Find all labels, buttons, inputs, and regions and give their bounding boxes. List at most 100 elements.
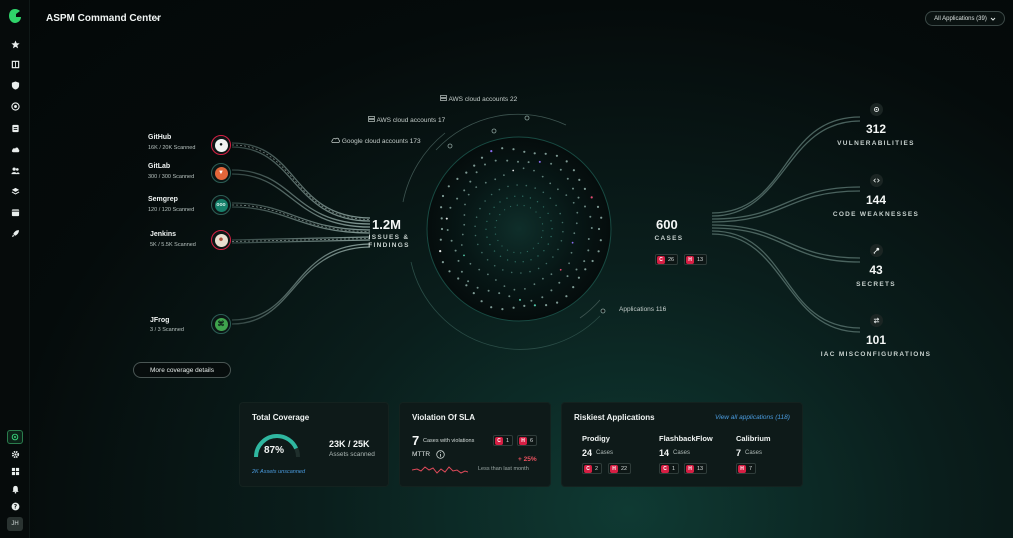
case-dot bbox=[533, 304, 537, 307]
gitlab-icon[interactable]: ▼ bbox=[211, 163, 231, 183]
case-dot bbox=[463, 254, 465, 257]
case-dot bbox=[512, 306, 515, 309]
source-name-jfrog[interactable]: JFrog bbox=[150, 317, 169, 324]
case-dot bbox=[480, 300, 483, 303]
case-dot bbox=[565, 194, 568, 197]
case-dot bbox=[460, 244, 463, 246]
source-name-github[interactable]: GitHub bbox=[148, 134, 171, 141]
case-dot bbox=[493, 264, 496, 267]
total-coverage-card[interactable]: Total Coverage 87% 23K / 25K Assets scan… bbox=[239, 402, 389, 487]
assets-unscanned-link[interactable]: 2K Assets unscanned bbox=[252, 469, 305, 475]
cases-value[interactable]: 600 bbox=[656, 217, 678, 232]
critical-count: 2 bbox=[595, 465, 599, 472]
source-name-gitlab[interactable]: GitLab bbox=[148, 163, 170, 170]
category-pipes bbox=[711, 116, 861, 333]
case-dot bbox=[493, 250, 496, 252]
risky-app-cases-label: Cases bbox=[673, 450, 691, 456]
case-dot bbox=[456, 197, 459, 200]
case-dot bbox=[475, 216, 478, 218]
vulnerabilities-label: VULNERABILITIES bbox=[837, 140, 915, 147]
github-icon[interactable]: ● bbox=[211, 135, 231, 155]
high-severity-icon: H bbox=[610, 464, 618, 473]
risky-app-name[interactable]: Calibrium bbox=[736, 434, 771, 443]
cloud-count: 22 bbox=[510, 96, 518, 103]
case-dot bbox=[545, 304, 548, 307]
case-dot bbox=[549, 197, 552, 199]
case-dot bbox=[506, 259, 509, 261]
applications-count[interactable]: Applications 116 bbox=[619, 306, 666, 313]
case-dot bbox=[529, 207, 532, 209]
view-all-applications-link[interactable]: View all applications (118) bbox=[715, 414, 790, 421]
case-dot bbox=[525, 184, 528, 187]
coverage-percent: 87% bbox=[264, 445, 285, 456]
case-dot bbox=[550, 162, 553, 165]
case-dot bbox=[545, 262, 548, 265]
case-dot bbox=[479, 207, 481, 210]
violation-sla-card[interactable]: Violation Of SLA 7 Cases with violations… bbox=[399, 402, 551, 487]
cloud-accounts-aws-2[interactable]: AWS cloud accounts 17 bbox=[368, 116, 445, 124]
case-dot bbox=[523, 304, 526, 307]
case-dot bbox=[472, 292, 475, 295]
applications-label: Applications bbox=[619, 306, 655, 313]
case-dot bbox=[590, 196, 593, 199]
case-dot bbox=[461, 233, 464, 236]
case-dot bbox=[510, 205, 512, 208]
case-dot bbox=[534, 187, 536, 189]
case-dot bbox=[541, 223, 544, 225]
cloud-label: AWS cloud accounts bbox=[376, 117, 437, 124]
case-dot bbox=[550, 273, 553, 276]
case-dot bbox=[596, 205, 600, 208]
case-dot bbox=[520, 252, 522, 254]
cloud-label: Google cloud accounts bbox=[341, 138, 408, 145]
case-dot bbox=[542, 277, 544, 280]
case-dot bbox=[467, 193, 470, 196]
jfrog-icon[interactable]: ⌘ bbox=[211, 314, 231, 334]
semgrep-icon[interactable]: ooo bbox=[211, 195, 231, 215]
iac-misconfigurations-value[interactable]: 101 bbox=[816, 333, 936, 347]
case-dot bbox=[495, 279, 497, 281]
case-dot bbox=[494, 226, 496, 228]
cloud-accounts-google[interactable]: Google cloud accounts 173 bbox=[331, 137, 421, 145]
info-icon[interactable] bbox=[436, 450, 445, 459]
critical-count: 26 bbox=[668, 256, 675, 263]
case-dot bbox=[457, 277, 460, 280]
high-count: 6 bbox=[530, 437, 534, 444]
risky-app-name[interactable]: Prodigy bbox=[582, 434, 610, 443]
case-dot bbox=[577, 276, 581, 279]
risky-app-name[interactable]: FlashbackFlow bbox=[659, 434, 713, 443]
risky-app-cases-label: Cases bbox=[596, 450, 614, 456]
riskiest-applications-card[interactable]: Riskiest Applications View all applicati… bbox=[561, 402, 803, 487]
issues-value[interactable]: 1.2M bbox=[372, 217, 401, 232]
high-badge: H 13 bbox=[684, 463, 708, 474]
case-dot bbox=[501, 245, 503, 247]
case-dot bbox=[476, 286, 479, 289]
case-dot bbox=[523, 205, 525, 207]
case-dot bbox=[494, 233, 497, 235]
case-dot bbox=[473, 164, 476, 167]
source-name-semgrep[interactable]: Semgrep bbox=[148, 196, 178, 203]
case-dot bbox=[514, 261, 516, 263]
code-weaknesses-label: CODE WEAKNESSES bbox=[832, 211, 920, 218]
case-dot bbox=[457, 259, 460, 262]
case-dot bbox=[573, 232, 576, 235]
vulnerabilities-value[interactable]: 312 bbox=[816, 122, 936, 136]
case-dot bbox=[565, 295, 568, 298]
jenkins-icon[interactable]: ☻ bbox=[211, 230, 231, 250]
high-badge: H 6 bbox=[517, 435, 538, 446]
case-dot bbox=[537, 242, 539, 244]
case-dot bbox=[514, 195, 516, 197]
case-dot bbox=[542, 206, 545, 208]
case-dot bbox=[477, 243, 479, 246]
case-dot bbox=[480, 156, 484, 159]
source-name-jenkins[interactable]: Jenkins bbox=[150, 231, 176, 238]
case-dot bbox=[463, 214, 466, 216]
more-coverage-details-button[interactable]: More coverage details bbox=[133, 362, 231, 378]
secrets-value[interactable]: 43 bbox=[816, 263, 936, 277]
case-dot bbox=[498, 292, 501, 295]
case-dot bbox=[512, 148, 515, 151]
cloud-accounts-aws-1[interactable]: AWS cloud accounts 22 bbox=[440, 95, 517, 103]
case-dot bbox=[506, 159, 509, 162]
case-dot bbox=[460, 270, 463, 273]
case-dot bbox=[542, 230, 544, 232]
code-weaknesses-value[interactable]: 144 bbox=[816, 193, 936, 207]
